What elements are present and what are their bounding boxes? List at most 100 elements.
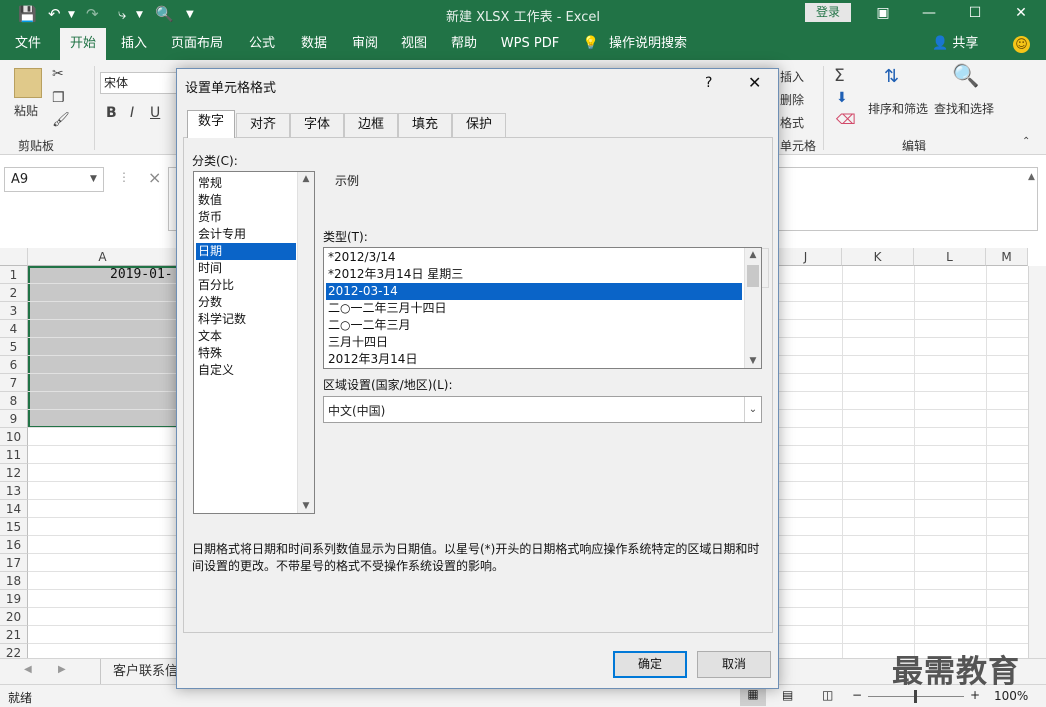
row-header[interactable]: 4 — [0, 320, 28, 338]
scroll-down-icon[interactable]: ▼ — [745, 356, 761, 366]
row-header[interactable]: 12 — [0, 464, 28, 482]
tab-view[interactable]: 视图 — [392, 28, 436, 60]
type-item[interactable]: *2012年3月14日 星期三 — [326, 266, 742, 283]
tab-review[interactable]: 审阅 — [343, 28, 387, 60]
category-item[interactable]: 货币 — [196, 209, 296, 226]
font-name-box[interactable]: 宋体 — [100, 72, 178, 94]
row-header[interactable]: 13 — [0, 482, 28, 500]
row-header[interactable]: 9 — [0, 410, 28, 428]
row-header[interactable]: 10 — [0, 428, 28, 446]
tell-me-search[interactable]: 操作说明搜索 — [606, 28, 690, 60]
row-header[interactable]: 6 — [0, 356, 28, 374]
tab-protection[interactable]: 保护 — [452, 113, 506, 137]
category-item[interactable]: 时间 — [196, 260, 296, 277]
tab-font[interactable]: 字体 — [290, 113, 344, 137]
locale-dropdown[interactable]: 中文(中国) ⌄ — [323, 396, 762, 423]
row-header[interactable]: 18 — [0, 572, 28, 590]
row-header[interactable]: 8 — [0, 392, 28, 410]
zoom-slider-handle[interactable] — [914, 690, 917, 703]
ok-button[interactable]: 确定 — [613, 651, 687, 678]
share-button[interactable]: 👤 共享 — [932, 28, 978, 60]
column-header-a[interactable]: A — [28, 248, 178, 266]
ribbon-display-icon[interactable]: ▣ — [860, 0, 906, 28]
next-sheet-icon[interactable]: ▶ — [58, 664, 66, 675]
cancel-button[interactable]: 取消 — [697, 651, 771, 678]
row-header[interactable]: 2 — [0, 284, 28, 302]
minimize-icon[interactable]: — — [906, 0, 952, 28]
clear-eraser-icon[interactable]: ⌫ — [836, 112, 856, 128]
tab-page-layout[interactable]: 页面布局 — [166, 28, 228, 60]
row-header[interactable]: 1 — [0, 266, 28, 284]
type-listbox[interactable]: ▲ ▼ *2012/3/14 *2012年3月14日 星期三 2012-03-14 二… — [323, 247, 762, 369]
category-item[interactable]: 自定义 — [196, 362, 296, 379]
column-header-j[interactable]: J — [770, 248, 842, 266]
zoom-level[interactable]: 100% — [994, 689, 1028, 703]
type-item[interactable]: 2012-03-14 — [326, 283, 742, 300]
row-header[interactable]: 3 — [0, 302, 28, 320]
paste-clipboard-icon[interactable] — [14, 68, 42, 98]
cell-a1-value[interactable]: 2019-01- — [110, 267, 173, 282]
row-header[interactable]: 5 — [0, 338, 28, 356]
sort-filter-button[interactable]: 排序和筛选 — [868, 100, 928, 117]
category-item[interactable]: 数值 — [196, 192, 296, 209]
tab-help[interactable]: 帮助 — [442, 28, 486, 60]
find-select-button[interactable]: 查找和选择 — [934, 100, 994, 117]
cut-icon[interactable]: ✂ — [52, 66, 64, 82]
column-header-k[interactable]: K — [842, 248, 914, 266]
column-header-l[interactable]: L — [914, 248, 986, 266]
formula-expand-icon[interactable]: ▲ — [1028, 172, 1035, 182]
row-header[interactable]: 15 — [0, 518, 28, 536]
login-button[interactable]: 登录 — [805, 3, 851, 22]
copy-icon[interactable]: ❐ — [52, 90, 65, 106]
bold-button[interactable]: B — [106, 105, 117, 121]
tab-formulas[interactable]: 公式 — [240, 28, 284, 60]
type-item[interactable]: *2012/3/14 — [326, 249, 742, 266]
name-box[interactable]: A9 — [4, 167, 104, 192]
row-header[interactable]: 7 — [0, 374, 28, 392]
sort-filter-icon[interactable]: ⇅ — [884, 66, 899, 87]
tab-border[interactable]: 边框 — [344, 113, 398, 137]
prev-sheet-icon[interactable]: ◀ — [24, 664, 32, 675]
category-scrollbar[interactable]: ▲ ▼ — [297, 172, 314, 513]
category-item[interactable]: 分数 — [196, 294, 296, 311]
close-window-icon[interactable]: ✕ — [998, 0, 1044, 28]
row-header[interactable]: 11 — [0, 446, 28, 464]
vertical-scrollbar[interactable] — [1028, 266, 1046, 658]
tab-wps-pdf[interactable]: WPS PDF — [496, 28, 564, 60]
cancel-entry-icon[interactable]: × — [148, 168, 161, 187]
format-painter-brush-icon[interactable]: 🖌 — [52, 112, 70, 128]
scroll-up-icon[interactable]: ▲ — [298, 174, 314, 184]
tab-alignment[interactable]: 对齐 — [236, 113, 290, 137]
row-header[interactable]: 20 — [0, 608, 28, 626]
close-icon[interactable]: ✕ — [748, 73, 761, 92]
category-item[interactable]: 特殊 — [196, 345, 296, 362]
type-item[interactable]: 2012年3月14日 — [326, 351, 742, 368]
category-item[interactable]: 百分比 — [196, 277, 296, 294]
category-item[interactable]: 常规 — [196, 175, 296, 192]
autosum-icon[interactable]: Σ — [834, 66, 845, 86]
row-header[interactable]: 16 — [0, 536, 28, 554]
format-cells-button[interactable]: 格式 — [780, 114, 804, 131]
chevron-down-icon[interactable]: ⌄ — [744, 397, 761, 422]
normal-view-icon[interactable]: ▦ — [740, 687, 766, 706]
help-icon[interactable]: ? — [705, 75, 712, 91]
scroll-down-icon[interactable]: ▼ — [298, 501, 314, 511]
category-item[interactable]: 日期 — [196, 243, 296, 260]
row-header[interactable]: 21 — [0, 626, 28, 644]
category-item[interactable]: 会计专用 — [196, 226, 296, 243]
find-magnifier-icon[interactable]: 🔍 — [952, 64, 979, 89]
category-listbox[interactable]: ▲ ▼ 常规 数值 货币 会计专用 日期 时间 百分比 分数 科学记数 文本 特殊 自定义 — [193, 171, 315, 514]
maximize-icon[interactable]: ☐ — [952, 0, 998, 28]
selected-range[interactable] — [28, 266, 178, 428]
type-scrollbar[interactable]: ▲ ▼ — [744, 248, 761, 368]
scroll-thumb[interactable] — [747, 265, 759, 287]
select-all-corner[interactable] — [0, 248, 28, 266]
tab-number[interactable]: 数字 — [187, 110, 235, 138]
row-header[interactable]: 19 — [0, 590, 28, 608]
italic-button[interactable]: I — [130, 105, 134, 121]
insert-cells-button[interactable]: 插入 — [780, 68, 804, 85]
category-item[interactable]: 文本 — [196, 328, 296, 345]
type-item[interactable]: 二○一二年三月 — [326, 317, 742, 334]
tab-data[interactable]: 数据 — [292, 28, 336, 60]
fill-icon[interactable]: ⬇ — [836, 90, 848, 106]
